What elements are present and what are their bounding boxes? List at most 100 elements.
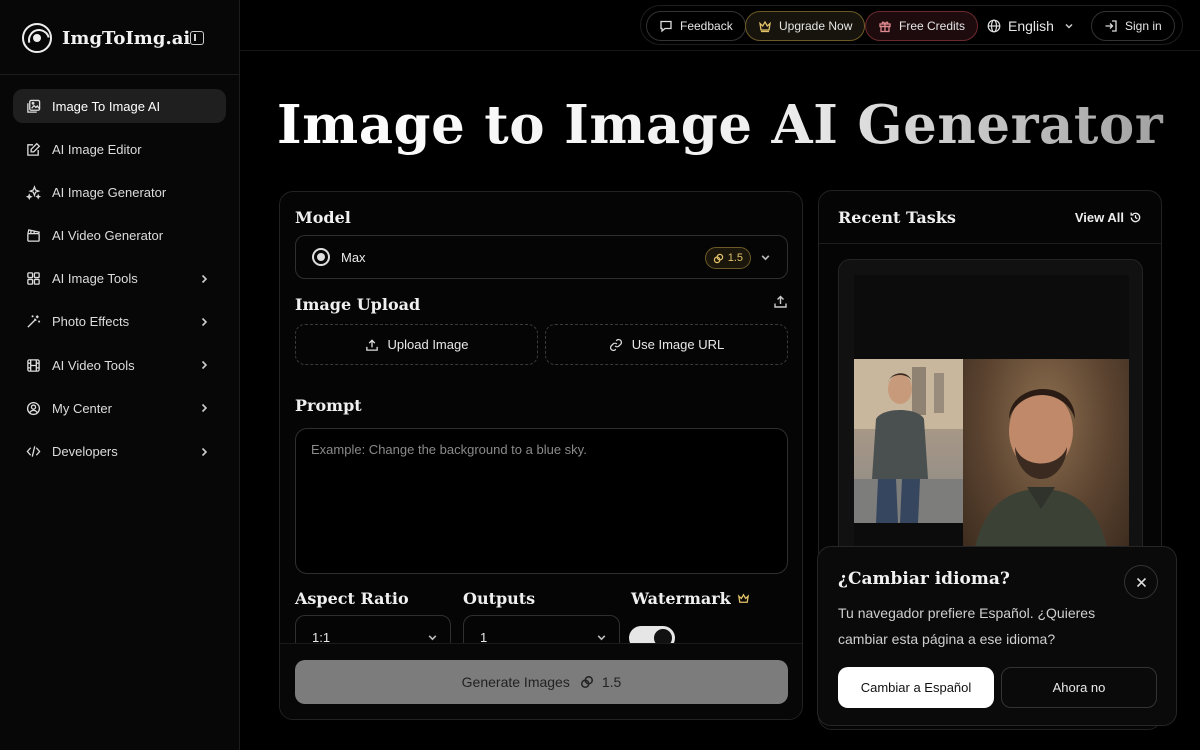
- sidebar-item-label: Photo Effects: [52, 314, 130, 330]
- sidebar-item-my-center[interactable]: My Center: [13, 391, 226, 425]
- sidebar-item-photo-effects[interactable]: Photo Effects: [13, 305, 226, 339]
- sidebar-item-label: AI Video Tools: [52, 357, 135, 373]
- gift-icon: [879, 21, 891, 33]
- crown-icon: [737, 593, 749, 603]
- model-cost-badge: 1.5: [704, 247, 751, 269]
- model-value: Max: [341, 249, 366, 265]
- free-credits-button[interactable]: Free Credits: [865, 11, 979, 41]
- user-circle-icon: [25, 400, 41, 416]
- use-image-url-label: Use Image URL: [631, 337, 725, 352]
- chevron-down-icon: [761, 255, 770, 261]
- brand-name: ImgToImg.ai: [62, 27, 191, 49]
- sign-in-label: Sign in: [1125, 19, 1162, 33]
- sidebar-item-image-generator[interactable]: AI Image Generator: [13, 175, 226, 209]
- free-credits-label: Free Credits: [899, 19, 966, 33]
- sign-in-icon: [1105, 20, 1117, 32]
- link-icon: [609, 338, 622, 351]
- task-output-image: [963, 359, 1129, 558]
- sparkles-icon: [25, 184, 41, 200]
- upload-icon: [365, 338, 378, 351]
- clapperboard-icon: [25, 228, 41, 244]
- prompt-input[interactable]: [295, 428, 788, 574]
- sign-in-button[interactable]: Sign in: [1091, 11, 1175, 41]
- aspect-ratio-label: Aspect Ratio: [295, 589, 409, 608]
- dialog-title: ¿Cambiar idioma?: [838, 569, 1010, 589]
- header-divider: [240, 50, 1200, 51]
- sidebar-item-label: AI Image Tools: [52, 271, 138, 287]
- brand[interactable]: ImgToImg.ai: [22, 22, 190, 54]
- top-bar: Feedback Upgrade Now Free Credits Englis…: [640, 5, 1183, 45]
- grid-icon: [25, 271, 41, 287]
- prompt-label: Prompt: [295, 396, 362, 415]
- task-preview: [854, 275, 1129, 558]
- image-upload-label: Image Upload: [295, 295, 421, 314]
- model-label: Model: [295, 208, 351, 227]
- sidebar-nav: Image To Image AI AI Image Editor AI Ima…: [13, 89, 226, 478]
- use-image-url-button[interactable]: Use Image URL: [545, 324, 788, 365]
- upload-image-button[interactable]: Upload Image: [295, 324, 538, 365]
- generate-label: Generate Images: [461, 674, 570, 690]
- watermark-label: Watermark: [631, 589, 731, 608]
- page-title: Image to Image AI Generator: [240, 94, 1200, 156]
- generate-images-button[interactable]: Generate Images 1.5: [295, 660, 788, 704]
- generator-form: Model Max 1.5 Image Upload Upload Image …: [279, 191, 803, 720]
- magic-wand-icon: [25, 314, 41, 330]
- close-icon: [1136, 577, 1146, 587]
- message-icon: [660, 20, 672, 33]
- sidebar-collapse-icon[interactable]: [190, 31, 204, 45]
- sidebar-item-image-tools[interactable]: AI Image Tools: [13, 262, 226, 296]
- watermark-label-group: Watermark: [631, 589, 750, 608]
- chevron-right-icon: [201, 447, 208, 456]
- sidebar-item-label: AI Image Generator: [52, 184, 167, 200]
- credit-coin-icon: [713, 253, 723, 263]
- upgrade-button[interactable]: Upgrade Now: [745, 11, 866, 41]
- model-select[interactable]: Max 1.5: [295, 235, 788, 279]
- sidebar-item-label: Developers: [52, 444, 118, 459]
- language-label: English: [1008, 18, 1054, 34]
- outputs-label: Outputs: [463, 589, 536, 608]
- image-stack-icon: [25, 98, 41, 114]
- generate-bar: Generate Images 1.5: [280, 643, 802, 719]
- code-icon: [25, 444, 41, 460]
- sidebar-divider: [0, 74, 239, 75]
- sidebar-item-video-generator[interactable]: AI Video Generator: [13, 219, 226, 253]
- upload-icon[interactable]: [773, 294, 788, 309]
- chevron-down-icon: [597, 635, 606, 641]
- globe-icon: [987, 19, 1001, 33]
- dialog-body: Tu navegador prefiere Español. ¿Quieres …: [838, 605, 1096, 647]
- sidebar-item-label: Image To Image AI: [52, 98, 161, 114]
- feedback-button[interactable]: Feedback: [646, 11, 746, 41]
- crown-icon: [759, 20, 771, 33]
- model-cost-value: 1.5: [727, 252, 743, 264]
- edit-icon: [25, 141, 41, 157]
- language-suggestion-dialog: ¿Cambiar idioma? Tu navegador prefiere E…: [817, 546, 1177, 726]
- dialog-close-button[interactable]: [1124, 565, 1158, 599]
- recent-divider: [819, 243, 1161, 244]
- dismiss-language-button[interactable]: Ahora no: [1001, 667, 1157, 708]
- sidebar-item-image-editor[interactable]: AI Image Editor: [13, 132, 226, 166]
- sidebar-item-developers[interactable]: Developers: [13, 435, 226, 469]
- model-logo-icon: [312, 248, 330, 266]
- chevron-down-icon: [1065, 23, 1073, 29]
- chevron-right-icon: [201, 274, 208, 283]
- switch-language-button[interactable]: Cambiar a Español: [838, 667, 994, 708]
- sidebar-item-label: AI Image Editor: [52, 141, 142, 157]
- sidebar-item-image-to-image[interactable]: Image To Image AI: [13, 89, 226, 123]
- upload-image-label: Upload Image: [387, 337, 469, 352]
- feedback-label: Feedback: [680, 19, 733, 33]
- credit-coin-icon: [580, 675, 593, 689]
- sidebar: ImgToImg.ai Image To Image AI AI Image E…: [0, 0, 240, 750]
- recent-tasks-title: Recent Tasks: [838, 208, 956, 227]
- upgrade-label: Upgrade Now: [779, 19, 853, 33]
- sidebar-item-label: AI Video Generator: [52, 228, 164, 244]
- language-selector[interactable]: English: [981, 11, 1080, 41]
- view-all-label: View All: [1074, 210, 1124, 225]
- film-icon: [25, 357, 41, 373]
- sidebar-item-label: My Center: [52, 400, 112, 416]
- recent-task-card[interactable]: [838, 259, 1143, 559]
- view-all-link[interactable]: View All: [1075, 210, 1142, 225]
- sidebar-item-video-tools[interactable]: AI Video Tools: [13, 348, 226, 382]
- generate-cost-value: 1.5: [601, 674, 622, 690]
- history-icon: [1130, 212, 1141, 223]
- task-input-image: [854, 359, 963, 523]
